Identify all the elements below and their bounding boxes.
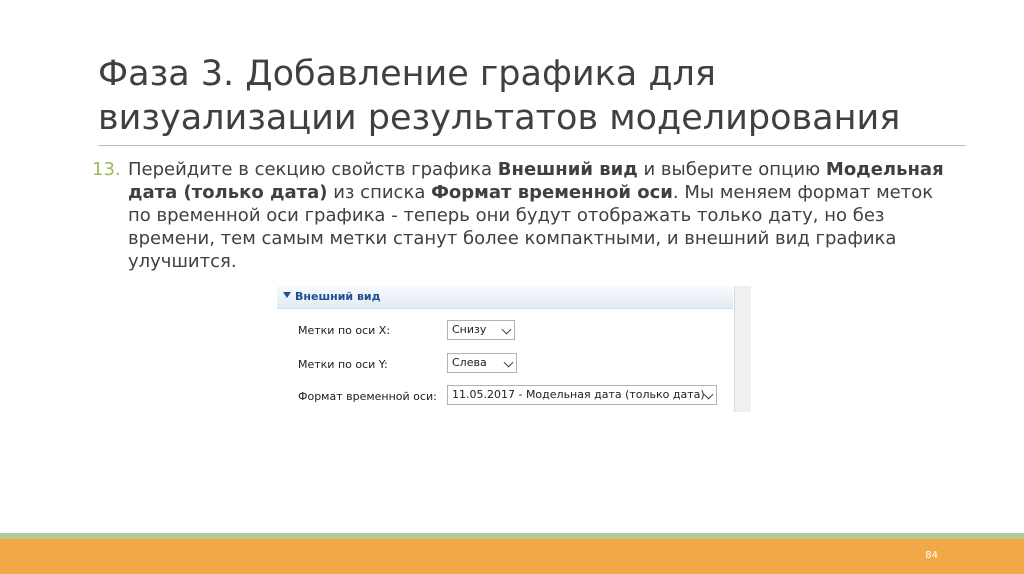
- y-axis-labels-value: Слева: [452, 356, 487, 369]
- appearance-section-label: Внешний вид: [295, 290, 381, 303]
- y-axis-labels-label: Метки по оси Y:: [298, 358, 388, 371]
- collapse-triangle-icon[interactable]: [283, 292, 291, 298]
- page-number: 84: [925, 550, 938, 561]
- appearance-properties-panel: Внешний вид Метки по оси X: Снизу Метки …: [277, 286, 751, 412]
- step-text-part-2: и выберите опцию: [637, 159, 826, 180]
- time-axis-format-dropdown[interactable]: 11.05.2017 - Модельная дата (только дата…: [447, 385, 717, 405]
- footer-bar: 84: [0, 539, 1024, 574]
- time-axis-format-value: 11.05.2017 - Модельная дата (только дата…: [452, 388, 705, 401]
- chevron-down-icon: [501, 324, 512, 335]
- appearance-section-header[interactable]: Внешний вид: [277, 286, 733, 309]
- title-divider: [98, 145, 966, 146]
- chevron-down-icon: [703, 389, 714, 400]
- step-13: 13. Перейдите в секцию свойств графика В…: [92, 158, 952, 273]
- panel-scrollbar[interactable]: [734, 286, 751, 412]
- chevron-down-icon: [503, 357, 514, 368]
- time-axis-format-label: Формат временной оси:: [298, 390, 437, 403]
- x-axis-labels-value: Снизу: [452, 323, 487, 336]
- x-axis-labels-dropdown[interactable]: Снизу: [447, 320, 515, 340]
- step-bold-time-axis-format: Формат временной оси: [431, 182, 673, 203]
- step-text-part-1: Перейдите в секцию свойств графика: [128, 159, 498, 180]
- step-text-part-3: из списка: [327, 182, 432, 203]
- x-axis-labels-label: Метки по оси X:: [298, 324, 391, 337]
- step-number: 13.: [92, 159, 121, 180]
- y-axis-labels-dropdown[interactable]: Слева: [447, 353, 517, 373]
- step-bold-appearance: Внешний вид: [497, 159, 638, 180]
- slide-title: Фаза 3. Добавление графика для визуализа…: [98, 54, 901, 138]
- step-text: Перейдите в секцию свойств графика Внешн…: [128, 158, 948, 273]
